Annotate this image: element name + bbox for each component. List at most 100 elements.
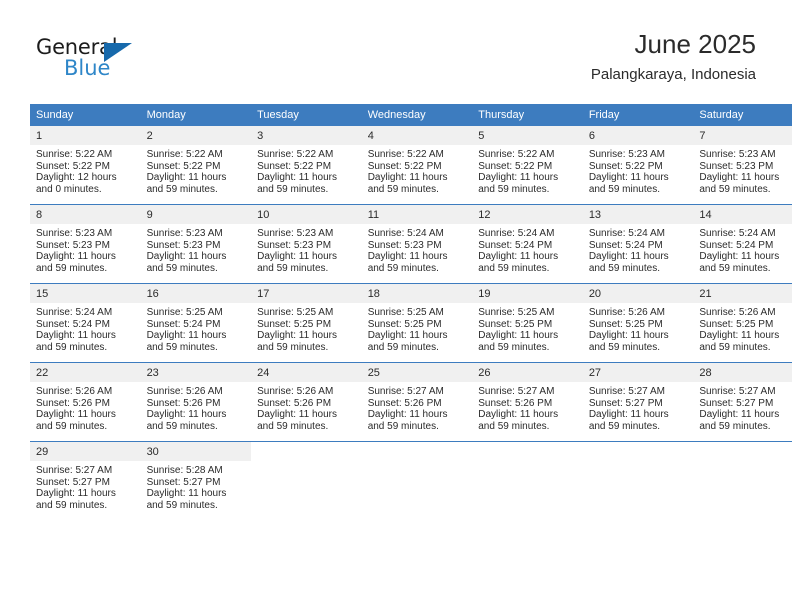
- calendar-day-cell[interactable]: 29 Sunrise: 5:27 AM Sunset: 5:27 PM Dayligh…: [30, 441, 141, 520]
- calendar-day-cell[interactable]: 22 Sunrise: 5:26 AM Sunset: 5:26 PM Dayligh…: [30, 362, 141, 442]
- sunrise-text: Sunrise: 5:26 AM: [257, 386, 334, 397]
- calendar-day-cell[interactable]: 6 Sunrise: 5:23 AM Sunset: 5:22 PM Daylight…: [582, 126, 694, 205]
- daylight-text-line1: Daylight: 11 hours: [146, 172, 227, 184]
- calendar-day-cell[interactable]: 30 Sunrise: 5:28 AM Sunset: 5:27 PM Dayligh…: [140, 441, 252, 520]
- day-details: Sunrise: 5:27 AM Sunset: 5:27 PM Daylight:…: [583, 382, 694, 432]
- day-number: 17: [251, 284, 362, 303]
- calendar-cell-empty: [582, 441, 694, 520]
- day-details: Sunrise: 5:23 AM Sunset: 5:23 PM Daylight:…: [251, 224, 362, 274]
- calendar-day-cell[interactable]: 27 Sunrise: 5:27 AM Sunset: 5:27 PM Dayligh…: [582, 362, 694, 442]
- day-number: 11: [361, 205, 473, 224]
- sunset-text: Sunset: 5:26 PM: [146, 397, 221, 409]
- day-details: Sunrise: 5:26 AM Sunset: 5:25 PM Daylight:…: [693, 303, 792, 353]
- day-number: 4: [361, 126, 473, 145]
- calendar-day-cell[interactable]: 5 Sunrise: 5:22 AM Sunset: 5:22 PM Daylight…: [472, 126, 583, 205]
- calendar-day-cell[interactable]: 10 Sunrise: 5:23 AM Sunset: 5:23 PM Dayligh…: [251, 204, 362, 284]
- daylight-text-line2: and 59 minutes.: [36, 341, 108, 353]
- day-details: Sunrise: 5:25 AM Sunset: 5:25 PM Daylight:…: [251, 303, 362, 353]
- day-number: 10: [251, 205, 362, 224]
- day-details: Sunrise: 5:23 AM Sunset: 5:22 PM Daylight:…: [583, 145, 694, 195]
- calendar-day-cell[interactable]: 17 Sunrise: 5:25 AM Sunset: 5:25 PM Dayligh…: [251, 283, 362, 363]
- calendar-table: Sunday Monday Tuesday Wednesday Thursday…: [30, 104, 792, 520]
- weekday-header-friday: Friday: [582, 104, 694, 126]
- day-number: 21: [693, 284, 792, 303]
- day-number: 20: [582, 284, 694, 303]
- day-number: 23: [140, 363, 252, 382]
- calendar-day-cell[interactable]: 12 Sunrise: 5:24 AM Sunset: 5:24 PM Dayligh…: [472, 204, 583, 284]
- daylight-text-line1: Daylight: 11 hours: [36, 251, 116, 263]
- day-number: 29: [30, 442, 141, 461]
- daylight-text-line1: Daylight: 11 hours: [146, 251, 227, 263]
- daylight-text-line2: and 59 minutes.: [699, 183, 771, 195]
- calendar-day-cell[interactable]: 14 Sunrise: 5:24 AM Sunset: 5:24 PM Dayligh…: [693, 204, 792, 284]
- daylight-text-line1: Daylight: 11 hours: [699, 172, 780, 184]
- sunset-text: Sunset: 5:23 PM: [257, 239, 332, 251]
- sunrise-text: Sunrise: 5:27 AM: [588, 386, 665, 397]
- daylight-text-line1: Daylight: 11 hours: [257, 251, 337, 263]
- calendar-day-cell[interactable]: 26 Sunrise: 5:27 AM Sunset: 5:26 PM Dayligh…: [472, 362, 583, 442]
- calendar-day-cell[interactable]: 11 Sunrise: 5:24 AM Sunset: 5:23 PM Dayligh…: [361, 204, 473, 284]
- day-number: 24: [251, 363, 362, 382]
- calendar-day-cell[interactable]: 28 Sunrise: 5:27 AM Sunset: 5:27 PM Dayligh…: [693, 362, 792, 442]
- calendar-day-cell[interactable]: 3 Sunrise: 5:22 AM Sunset: 5:22 PM Daylight…: [251, 126, 362, 205]
- calendar-day-cell[interactable]: 7 Sunrise: 5:23 AM Sunset: 5:23 PM Daylight…: [693, 126, 792, 205]
- page-subtitle: Palangkaraya, Indonesia: [590, 66, 756, 83]
- calendar-day-cell[interactable]: 13 Sunrise: 5:24 AM Sunset: 5:24 PM Dayligh…: [582, 204, 694, 284]
- title-block: June 2025 Palangkaraya, Indonesia: [591, 28, 756, 84]
- calendar-day-cell[interactable]: 1 Sunrise: 5:22 AM Sunset: 5:22 PM Daylight…: [30, 126, 141, 205]
- calendar-day-cell[interactable]: 16 Sunrise: 5:25 AM Sunset: 5:24 PM Dayligh…: [140, 283, 252, 363]
- calendar-day-cell[interactable]: 25 Sunrise: 5:27 AM Sunset: 5:26 PM Dayligh…: [361, 362, 473, 442]
- day-details: Sunrise: 5:25 AM Sunset: 5:24 PM Daylight:…: [141, 303, 252, 353]
- day-number: [472, 442, 583, 461]
- daylight-text-line1: Daylight: 11 hours: [36, 488, 116, 500]
- day-number: [583, 442, 694, 461]
- calendar-day-cell[interactable]: 4 Sunrise: 5:22 AM Sunset: 5:22 PM Daylight…: [361, 126, 473, 205]
- page-header: General Blue June 2025 Palangkaraya, Ind…: [0, 0, 792, 100]
- sunrise-text: Sunrise: 5:24 AM: [588, 228, 665, 239]
- day-number: 13: [582, 205, 694, 224]
- daylight-text-line1: Daylight: 11 hours: [588, 330, 669, 342]
- day-details: Sunrise: 5:22 AM Sunset: 5:22 PM Daylight:…: [30, 145, 141, 195]
- calendar-day-cell[interactable]: 18 Sunrise: 5:25 AM Sunset: 5:25 PM Dayligh…: [361, 283, 473, 363]
- calendar-day-cell[interactable]: 20 Sunrise: 5:26 AM Sunset: 5:25 PM Dayligh…: [582, 283, 694, 363]
- calendar-week-row: 22 Sunrise: 5:26 AM Sunset: 5:26 PM Dayligh…: [30, 362, 792, 442]
- sunrise-text: Sunrise: 5:25 AM: [478, 307, 555, 318]
- daylight-text-line1: Daylight: 11 hours: [367, 409, 448, 421]
- sunrise-text: Sunrise: 5:22 AM: [478, 149, 555, 160]
- calendar-day-cell[interactable]: 23 Sunrise: 5:26 AM Sunset: 5:26 PM Dayligh…: [140, 362, 252, 442]
- sunrise-text: Sunrise: 5:23 AM: [699, 149, 776, 160]
- calendar-day-cell[interactable]: 21 Sunrise: 5:26 AM Sunset: 5:25 PM Dayligh…: [693, 283, 792, 363]
- sunrise-text: Sunrise: 5:25 AM: [146, 307, 223, 318]
- sunset-text: Sunset: 5:26 PM: [36, 397, 110, 409]
- sunset-text: Sunset: 5:26 PM: [367, 397, 442, 409]
- day-details: Sunrise: 5:24 AM Sunset: 5:24 PM Daylight:…: [472, 224, 583, 274]
- general-blue-logo: General Blue: [36, 36, 156, 84]
- sunset-text: Sunset: 5:25 PM: [588, 318, 663, 330]
- calendar-day-cell[interactable]: 8 Sunrise: 5:23 AM Sunset: 5:23 PM Daylight…: [30, 204, 141, 284]
- daylight-text-line2: and 59 minutes.: [699, 341, 771, 353]
- calendar-day-cell[interactable]: 15 Sunrise: 5:24 AM Sunset: 5:24 PM Dayligh…: [30, 283, 141, 363]
- sunrise-text: Sunrise: 5:27 AM: [367, 386, 444, 397]
- sunrise-text: Sunrise: 5:26 AM: [146, 386, 223, 397]
- day-details: Sunrise: 5:26 AM Sunset: 5:26 PM Daylight:…: [30, 382, 141, 432]
- sunrise-text: Sunrise: 5:27 AM: [478, 386, 555, 397]
- day-number: 6: [582, 126, 694, 145]
- sunrise-text: Sunrise: 5:26 AM: [699, 307, 776, 318]
- day-details: Sunrise: 5:22 AM Sunset: 5:22 PM Daylight:…: [472, 145, 583, 195]
- calendar-day-cell[interactable]: 2 Sunrise: 5:22 AM Sunset: 5:22 PM Daylight…: [140, 126, 252, 205]
- daylight-text-line1: Daylight: 11 hours: [257, 409, 337, 421]
- sunrise-text: Sunrise: 5:27 AM: [36, 465, 113, 476]
- calendar-day-cell[interactable]: 19 Sunrise: 5:25 AM Sunset: 5:25 PM Dayligh…: [472, 283, 583, 363]
- daylight-text-line2: and 0 minutes.: [36, 183, 102, 195]
- sunset-text: Sunset: 5:22 PM: [36, 160, 110, 172]
- weekday-header-saturday: Saturday: [693, 104, 792, 126]
- logo-text-blue: Blue: [64, 56, 111, 80]
- sunset-text: Sunset: 5:26 PM: [257, 397, 332, 409]
- calendar-day-cell[interactable]: 9 Sunrise: 5:23 AM Sunset: 5:23 PM Daylight…: [140, 204, 252, 284]
- calendar-day-cell[interactable]: 24 Sunrise: 5:26 AM Sunset: 5:26 PM Dayligh…: [251, 362, 362, 442]
- day-details: Sunrise: 5:25 AM Sunset: 5:25 PM Daylight:…: [362, 303, 473, 353]
- sunset-text: Sunset: 5:22 PM: [257, 160, 332, 172]
- sunset-text: Sunset: 5:23 PM: [36, 239, 110, 251]
- sunset-text: Sunset: 5:25 PM: [478, 318, 553, 330]
- daylight-text-line2: and 59 minutes.: [478, 420, 550, 432]
